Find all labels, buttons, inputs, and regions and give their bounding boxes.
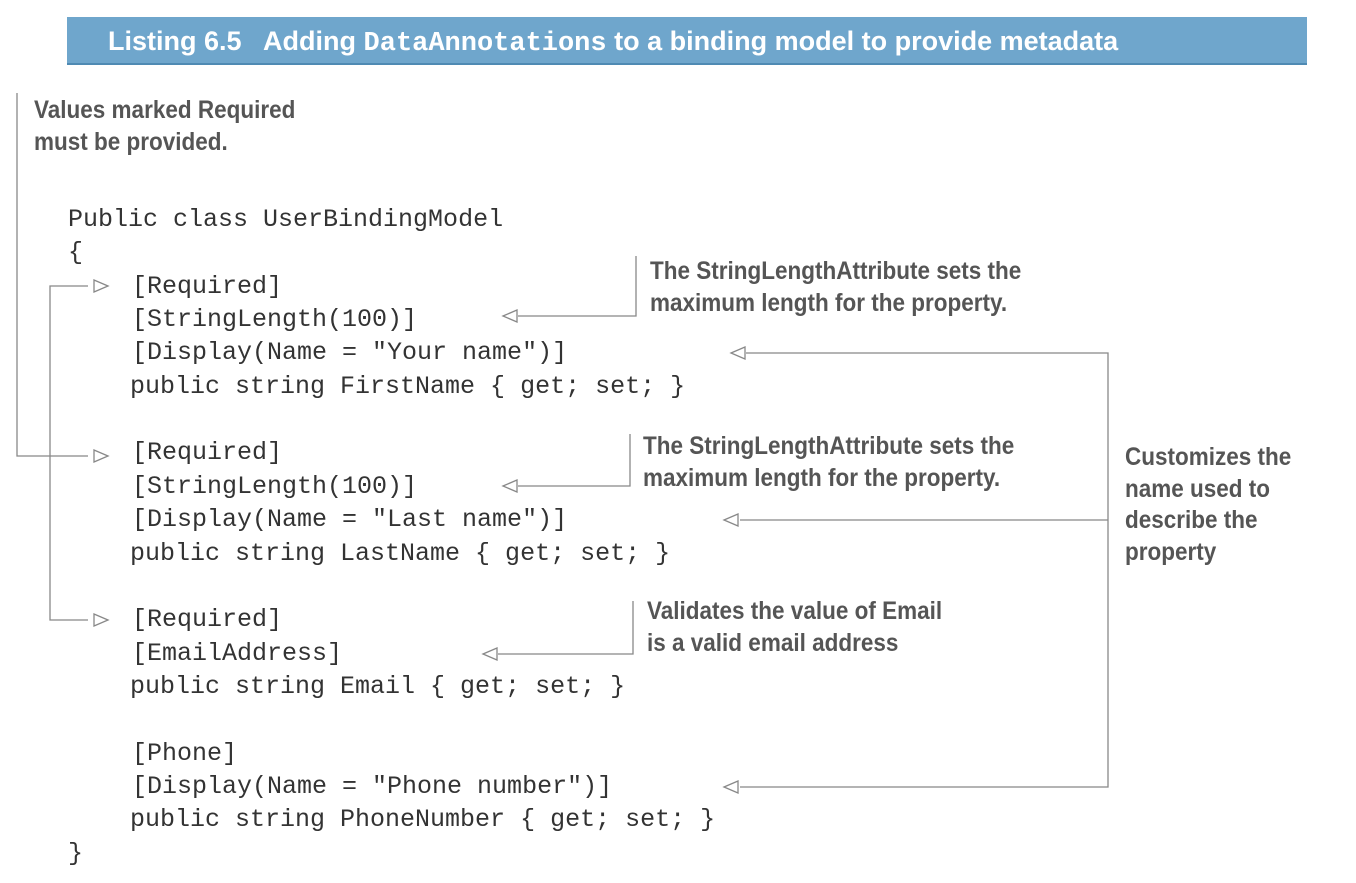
code-line-close-brace: } xyxy=(68,839,84,868)
annotation-stringlength-1: The StringLengthAttribute sets the maxim… xyxy=(650,257,1022,317)
code-line-stringlength: [StringLength(100)] xyxy=(132,472,418,501)
arrowhead-icon xyxy=(93,613,110,627)
email-callout-line xyxy=(498,601,634,655)
code-line-open-brace: { xyxy=(68,238,84,267)
stringlength-callout-line-2 xyxy=(518,434,631,487)
code-line-display: [Display(Name = "Your name")] xyxy=(132,338,568,367)
arrowhead-icon xyxy=(93,279,110,293)
code-line-class-declaration: Public class UserBindingModel xyxy=(68,205,504,234)
annotation-required: Values marked Required must be provided. xyxy=(34,96,296,156)
arrowhead-icon xyxy=(501,309,518,323)
required-callout-bracket xyxy=(49,285,88,621)
arrowhead-icon xyxy=(481,647,498,661)
code-line-property: public string PhoneNumber { get; set; } xyxy=(130,805,716,834)
code-line-phone: [Phone] xyxy=(132,739,238,768)
code-line-emailaddress: [EmailAddress] xyxy=(132,639,343,668)
code-line-display: [Display(Name = "Last name")] xyxy=(132,505,568,534)
arrowhead-icon xyxy=(729,346,746,360)
display-callout-line xyxy=(740,352,1109,788)
code-line-required: [Required] xyxy=(132,438,283,467)
code-line-property: public string LastName { get; set; } xyxy=(130,539,671,568)
arrowhead-icon xyxy=(93,449,110,463)
arrowhead-icon xyxy=(722,780,739,794)
arrowhead-icon xyxy=(501,479,518,493)
annotation-stringlength-2: The StringLengthAttribute sets the maxim… xyxy=(643,432,1015,492)
code-line-property: public string Email { get; set; } xyxy=(130,672,626,701)
arrowhead-icon xyxy=(722,513,739,527)
code-line-required: [Required] xyxy=(132,272,283,301)
code-line-display: [Display(Name = "Phone number")] xyxy=(132,772,613,801)
code-line-required: [Required] xyxy=(132,605,283,634)
annotation-email: Validates the value of Email is a valid … xyxy=(647,597,943,657)
annotation-display: Customizes the name used to describe the… xyxy=(1125,443,1292,566)
stringlength-callout-line-1 xyxy=(518,256,637,317)
code-line-stringlength: [StringLength(100)] xyxy=(132,305,418,334)
code-line-property: public string FirstName { get; set; } xyxy=(130,372,686,401)
